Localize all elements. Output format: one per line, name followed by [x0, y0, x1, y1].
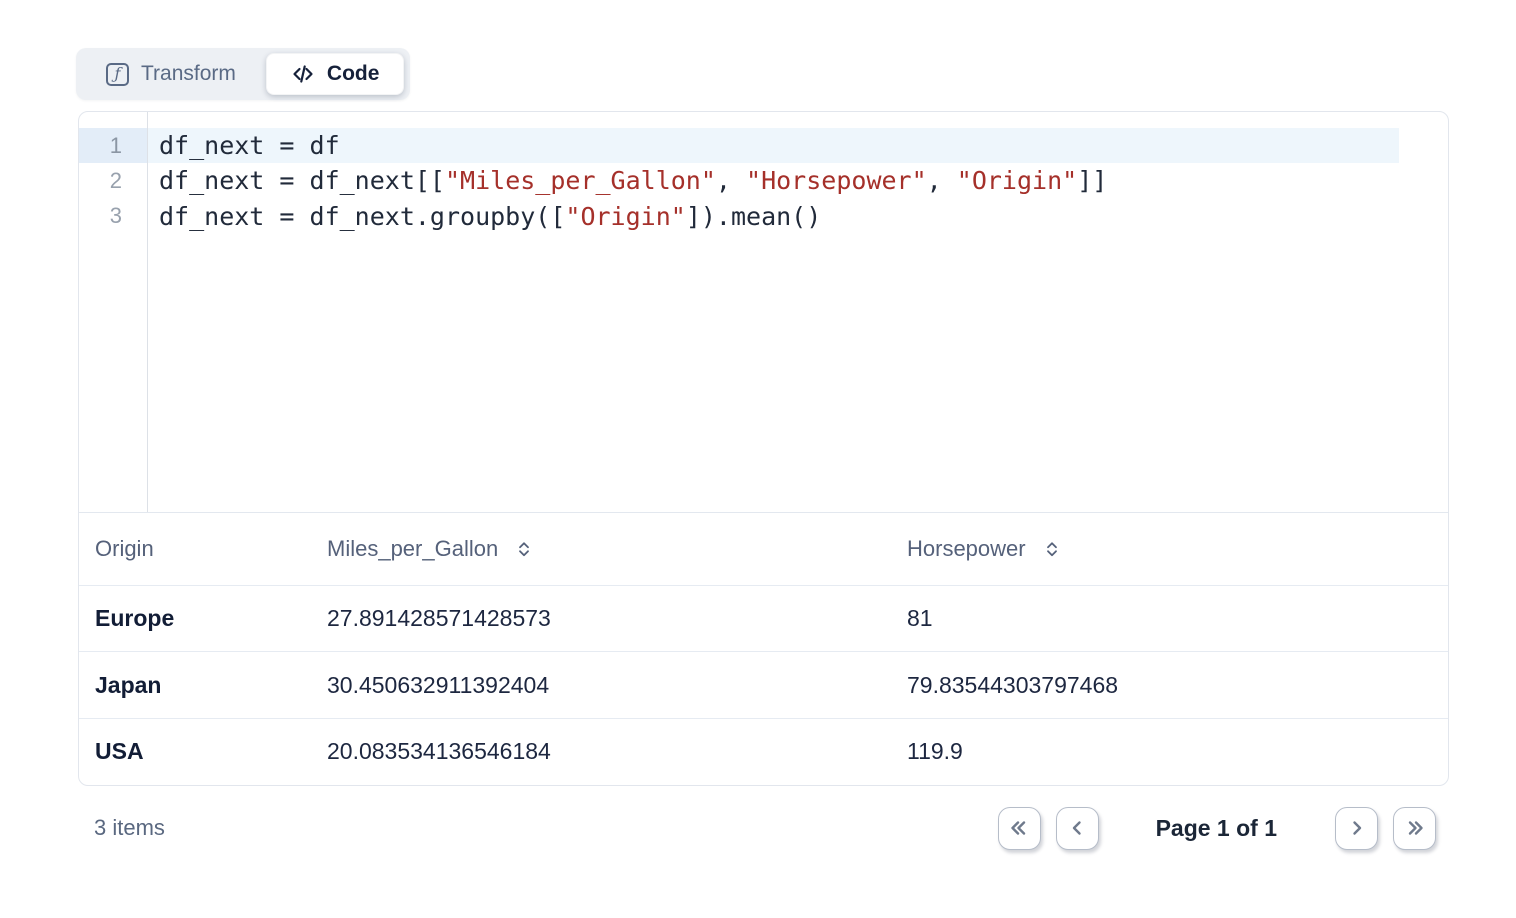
first-page-button[interactable]: [998, 807, 1041, 850]
code-editor[interactable]: 123 df_next = df df_next = df_next[["Mile…: [79, 112, 1448, 513]
table-row: Europe27.89142857142857381: [79, 586, 1448, 652]
code-token: df_next = df: [159, 131, 340, 160]
column-header-miles-per-gallon: Miles_per_Gallon: [327, 536, 907, 562]
column-header-horsepower: Horsepower: [907, 536, 1448, 562]
code-token: ]]: [1077, 166, 1107, 195]
tab-transform-label: Transform: [141, 62, 236, 86]
page-indicator: Page 1 of 1: [1156, 815, 1277, 842]
chevrons-right-icon: [1403, 816, 1427, 840]
origin-cell: USA: [95, 738, 327, 765]
pagination: Page 1 of 1: [998, 807, 1436, 850]
table-body: Europe27.89142857142857381Japan30.450632…: [79, 586, 1448, 785]
view-toggle-tabbar: ƒ Transform Code: [76, 48, 410, 100]
origin-cell: Europe: [95, 605, 327, 632]
sort-icon[interactable]: [1041, 538, 1063, 560]
line-number: 1: [79, 128, 147, 163]
tab-code-label: Code: [327, 62, 380, 86]
table-row: Japan30.45063291139240479.83544303797468: [79, 652, 1448, 718]
column-label: Miles_per_Gallon: [327, 536, 498, 562]
chevrons-left-icon: [1007, 816, 1031, 840]
code-token: ]).mean(): [686, 202, 821, 231]
code-lines[interactable]: df_next = df df_next = df_next[["Miles_pe…: [148, 112, 1448, 512]
column-label: Horsepower: [907, 536, 1026, 562]
items-count: 3 items: [94, 815, 165, 841]
code-token: df_next = df_next[[: [159, 166, 445, 195]
previous-page-button[interactable]: [1056, 807, 1099, 850]
code-icon: [291, 62, 315, 86]
code-line[interactable]: df_next = df: [148, 128, 1399, 163]
code-line[interactable]: df_next = df_next[["Miles_per_Gallon", "…: [148, 163, 1399, 198]
miles-per-gallon-cell: 20.083534136546184: [327, 738, 907, 765]
miles-per-gallon-cell: 27.891428571428573: [327, 605, 907, 632]
function-icon: ƒ: [106, 63, 129, 86]
string-token: "Horsepower": [746, 166, 927, 195]
last-page-button[interactable]: [1393, 807, 1436, 850]
transform-widget: ƒ Transform Code 123 df_next = dfdf_next…: [0, 0, 1516, 918]
column-header-origin: Origin: [95, 536, 327, 562]
code-and-table-panel: 123 df_next = df df_next = df_next[["Mile…: [78, 111, 1449, 786]
next-page-button[interactable]: [1335, 807, 1378, 850]
sort-icon[interactable]: [513, 538, 535, 560]
chevron-right-icon: [1345, 816, 1369, 840]
code-line[interactable]: df_next = df_next.groupby(["Origin"]).me…: [148, 199, 1399, 234]
table-row: USA20.083534136546184119.9: [79, 719, 1448, 785]
table-footer: 3 items Page 1 of 1: [78, 800, 1436, 856]
string-token: "Origin": [957, 166, 1077, 195]
code-token: ,: [716, 166, 746, 195]
horsepower-cell: 119.9: [907, 738, 1448, 765]
horsepower-cell: 79.83544303797468: [907, 672, 1448, 699]
line-number: 2: [79, 163, 147, 198]
tab-transform[interactable]: ƒ Transform: [82, 53, 260, 95]
horsepower-cell: 81: [907, 605, 1448, 632]
string-token: "Miles_per_Gallon": [445, 166, 716, 195]
line-number-gutter: 123: [79, 112, 148, 512]
column-label: Origin: [95, 536, 154, 562]
chevron-left-icon: [1065, 816, 1089, 840]
string-token: "Origin": [565, 202, 685, 231]
tab-code[interactable]: Code: [266, 53, 405, 95]
code-token: df_next = df_next.groupby([: [159, 202, 565, 231]
line-number: 3: [79, 199, 147, 234]
code-token: ,: [927, 166, 957, 195]
table-header-row: Origin Miles_per_Gallon Horsepower: [79, 513, 1448, 586]
miles-per-gallon-cell: 30.450632911392404: [327, 672, 907, 699]
origin-cell: Japan: [95, 672, 327, 699]
